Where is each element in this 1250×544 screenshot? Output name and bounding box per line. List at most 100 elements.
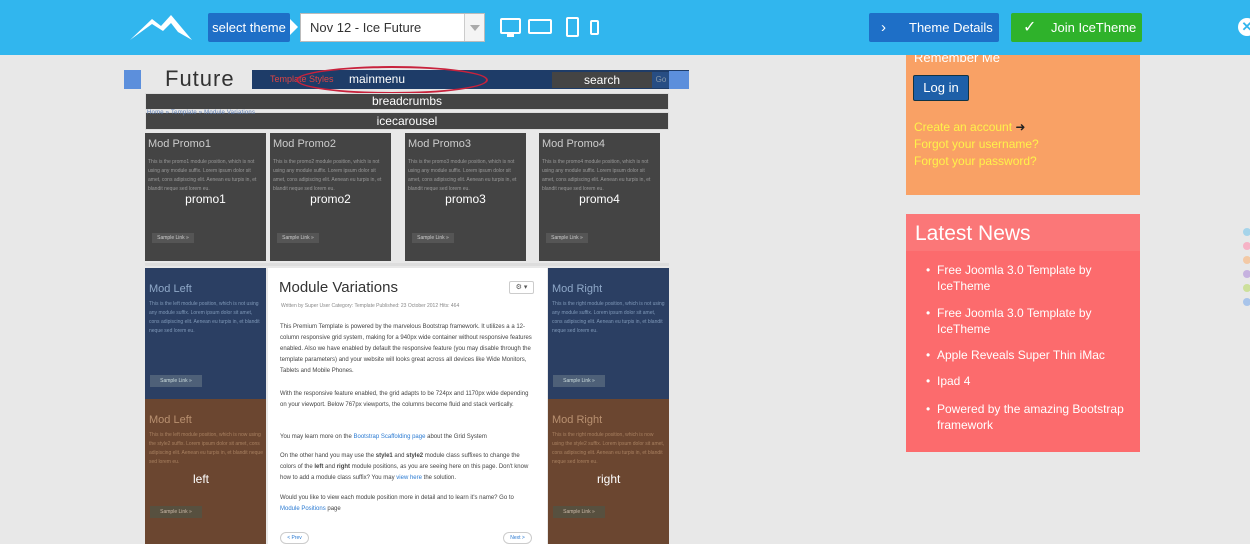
text: You may learn more on the [280,434,354,440]
desktop-view-icon[interactable] [500,18,521,34]
breadcrumb[interactable]: Home » Template » Module Variations [147,110,255,116]
forgot-password-link[interactable]: Forgot your password? [914,154,1037,168]
login-button[interactable]: Log in [913,75,969,101]
text: the solution. [421,475,457,481]
chevron-down-icon[interactable] [464,14,484,41]
article-title[interactable]: Module Variations [279,279,398,296]
desktop-stand-icon [507,34,514,37]
module-text: This is the left module position, which … [149,432,263,465]
promo3-module: Mod Promo3 This is the promo3 module pos… [405,133,526,261]
promo-title: Mod Promo1 [148,138,211,150]
sample-link-button[interactable]: Sample Link » [412,233,454,243]
sample-link-button[interactable]: Sample Link » [553,375,605,387]
module-title: Mod Right [552,283,603,295]
text: and [323,464,337,470]
promo-text: This is the promo3 module position, whic… [408,159,517,192]
forgot-username-link[interactable]: Forgot your username? [914,137,1039,151]
chevron-right-icon: › [881,19,886,36]
module-title: Mod Left [149,414,192,426]
tablet-view-icon[interactable] [566,17,579,37]
remember-me-label[interactable]: Remember Me [914,55,1000,63]
news-item[interactable]: Free Joomla 3.0 Template by IceTheme [926,262,1133,294]
module-text: This is the right module position, which… [552,301,665,334]
sample-link-button[interactable]: Sample Link » [150,375,202,387]
promo-title: Mod Promo3 [408,138,471,150]
promo2-module: Mod Promo2 This is the promo2 module pos… [270,133,391,261]
breadcrumbs-position: breadcrumbs [145,93,669,110]
news-item[interactable]: Apple Reveals Super Thin iMac [926,347,1133,363]
select-theme-label: select theme [208,13,290,42]
style-swatch[interactable] [1243,298,1250,306]
sample-link-button[interactable]: Sample Link » [553,506,605,518]
close-icon[interactable]: ✕ [1238,18,1250,36]
search-input[interactable]: search [552,72,652,88]
module-title: Mod Right [552,414,603,426]
text: page [325,506,341,512]
promo-text: This is the promo4 module position, whic… [542,159,651,192]
next-button[interactable]: Next > [503,532,532,544]
sample-link-button[interactable]: Sample Link » [277,233,319,243]
join-label: Join IceTheme [1051,20,1137,35]
logo-square-icon [124,70,141,89]
create-account-link[interactable]: Create an account ➜ [914,120,1025,134]
article-paragraph: Would you like to view each module posit… [280,493,534,515]
promo-text: This is the promo2 module position, whic… [273,159,382,192]
promo1-module: Mod Promo1 This is the promo1 module pos… [145,133,266,261]
navbar-end-block [669,71,689,89]
left-position-label: left [193,472,210,486]
arrow-right-icon: ➜ [1015,120,1026,134]
join-icetheme-button[interactable]: ✓ Join IceTheme [1011,13,1142,42]
theme-select[interactable]: Nov 12 - Ice Future [300,13,485,42]
text: left [314,464,324,470]
news-item[interactable]: Powered by the amazing Bootstrap framewo… [926,401,1133,433]
style-swatch[interactable] [1243,228,1250,236]
style-swatch[interactable] [1243,256,1250,264]
promo-position-label: promo3 [445,192,486,206]
news-item[interactable]: Ipad 4 [926,373,1133,389]
style-swatch[interactable] [1243,242,1250,250]
mod-left-style1: Mod Left This is the left module positio… [145,268,266,399]
module-title: Mod Left [149,283,192,295]
gear-icon[interactable]: ⚙ ▾ [509,281,534,294]
promo-title: Mod Promo2 [273,138,336,150]
module-text: This is the left module position, which … [149,301,260,334]
text: and [392,453,407,459]
prev-button[interactable]: < Prev [280,532,309,544]
style-swatch[interactable] [1243,284,1250,292]
article-paragraph: With the responsive feature enabled, the… [280,391,529,408]
search-go-button[interactable]: Go [652,72,670,88]
promo-position-label: promo1 [185,192,226,206]
article-paragraph: On the other hand you may use the style1… [280,451,534,484]
promo-text: This is the promo1 module position, whic… [148,159,257,192]
right-position-label: right [597,472,621,486]
text: right [336,464,351,470]
view-here-link[interactable]: view here [396,475,422,481]
theme-details-label: Theme Details [909,20,993,35]
highlight-ellipse [296,66,488,94]
news-item[interactable]: Free Joomla 3.0 Template by IceTheme [926,305,1133,337]
module-text: This is the right module position, which… [552,432,665,465]
create-account-text: Create an account [914,120,1013,134]
promo-title: Mod Promo4 [542,138,605,150]
scaffolding-link[interactable]: Bootstrap Scaffolding page [354,434,426,440]
mod-left-style2: Mod Left This is the left module positio… [145,399,266,544]
text: style1 [375,453,393,459]
phone-view-icon[interactable] [590,20,599,35]
divider [145,263,669,266]
theme-details-button[interactable]: › Theme Details [869,13,999,42]
sample-link-button[interactable]: Sample Link » [150,506,202,518]
laptop-view-icon[interactable] [528,19,552,34]
mod-right-style2: Mod Right This is the right module posit… [548,399,669,544]
sample-link-button[interactable]: Sample Link » [546,233,588,243]
mountain-logo-icon[interactable] [130,10,192,42]
checkmark-icon: ✓ [1023,19,1037,36]
logo-text: Future [165,66,235,91]
style-swatch[interactable] [1243,270,1250,278]
promo-position-label: promo4 [579,192,620,206]
text: On the other hand you may use the [280,453,376,459]
news-title: Latest News [915,222,1031,245]
module-positions-link[interactable]: Module Positions [280,506,326,512]
promo-position-label: promo2 [310,192,351,206]
sample-link-button[interactable]: Sample Link » [152,233,194,243]
text: about the Grid System [425,434,487,440]
